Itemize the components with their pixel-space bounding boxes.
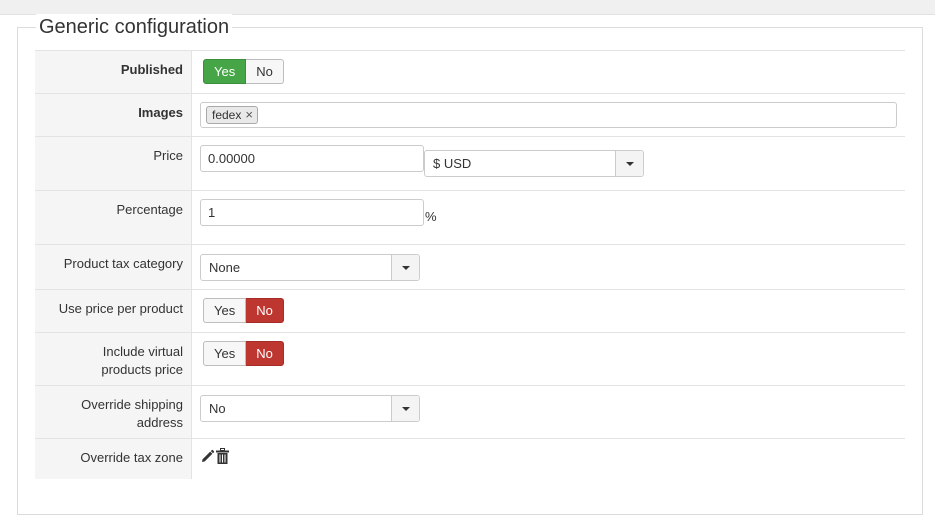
- published-yes-button[interactable]: Yes: [203, 59, 247, 84]
- row-price: Price 0.00000 $ USD: [35, 136, 905, 190]
- override-shipping-value: No: [209, 401, 226, 416]
- row-override-shipping: Override shipping address No: [35, 385, 905, 438]
- price-per-product-yes-button[interactable]: Yes: [203, 298, 247, 323]
- include-virtual-label: Include virtual products price: [35, 333, 192, 385]
- include-virtual-label-line1: Include virtual: [102, 344, 183, 359]
- include-virtual-yes-button[interactable]: Yes: [203, 341, 247, 366]
- chevron-down-icon: [402, 407, 410, 411]
- currency-select[interactable]: $ USD: [424, 150, 644, 177]
- row-override-tax-zone: Override tax zone: [35, 438, 905, 479]
- tax-category-select[interactable]: None: [200, 254, 420, 281]
- row-percentage: Percentage 1 %: [35, 190, 905, 244]
- override-shipping-label-line1: Override shipping: [81, 397, 183, 412]
- pencil-icon[interactable]: [200, 449, 215, 464]
- override-shipping-select[interactable]: No: [200, 395, 420, 422]
- published-no-button[interactable]: No: [246, 59, 284, 84]
- image-tag-label: fedex: [212, 108, 242, 122]
- price-label: Price: [35, 137, 192, 190]
- row-price-per-product: Use price per product Yes No: [35, 289, 905, 332]
- image-tag: fedex ×: [206, 106, 258, 124]
- override-shipping-dropdown-toggle[interactable]: [391, 396, 419, 421]
- price-per-product-no-button[interactable]: No: [246, 298, 284, 323]
- tax-category-label: Product tax category: [35, 245, 192, 289]
- published-toggle: Yes No: [203, 59, 284, 84]
- tax-category-dropdown-toggle[interactable]: [391, 255, 419, 280]
- row-include-virtual: Include virtual products price Yes No: [35, 332, 905, 385]
- override-shipping-label-line2: address: [136, 415, 183, 430]
- include-virtual-label-line2: products price: [101, 362, 183, 377]
- include-virtual-no-button[interactable]: No: [246, 341, 284, 366]
- percentage-input[interactable]: 1: [200, 199, 424, 226]
- chevron-down-icon: [402, 266, 410, 270]
- images-label: Images: [35, 94, 192, 136]
- price-per-product-label: Use price per product: [35, 290, 192, 332]
- fieldset-legend: Generic configuration: [36, 14, 233, 40]
- published-label: Published: [35, 51, 192, 93]
- currency-value: $ USD: [433, 156, 472, 171]
- row-tax-category: Product tax category None: [35, 244, 905, 289]
- override-shipping-label: Override shipping address: [35, 386, 192, 438]
- chevron-down-icon: [626, 162, 634, 166]
- include-virtual-toggle: Yes No: [203, 341, 284, 366]
- row-published: Published Yes No: [35, 50, 905, 93]
- price-input[interactable]: 0.00000: [200, 145, 424, 172]
- percentage-label: Percentage: [35, 191, 192, 244]
- percent-suffix: %: [425, 209, 437, 224]
- price-per-product-toggle: Yes No: [203, 298, 284, 323]
- images-tag-input[interactable]: fedex ×: [200, 102, 897, 128]
- row-images: Images fedex ×: [35, 93, 905, 136]
- tax-category-value: None: [209, 260, 241, 275]
- override-tax-zone-label: Override tax zone: [35, 439, 192, 479]
- trash-icon[interactable]: [216, 448, 229, 464]
- top-bar: [0, 0, 935, 15]
- currency-dropdown-toggle[interactable]: [615, 151, 643, 176]
- remove-tag-icon[interactable]: ×: [245, 107, 253, 123]
